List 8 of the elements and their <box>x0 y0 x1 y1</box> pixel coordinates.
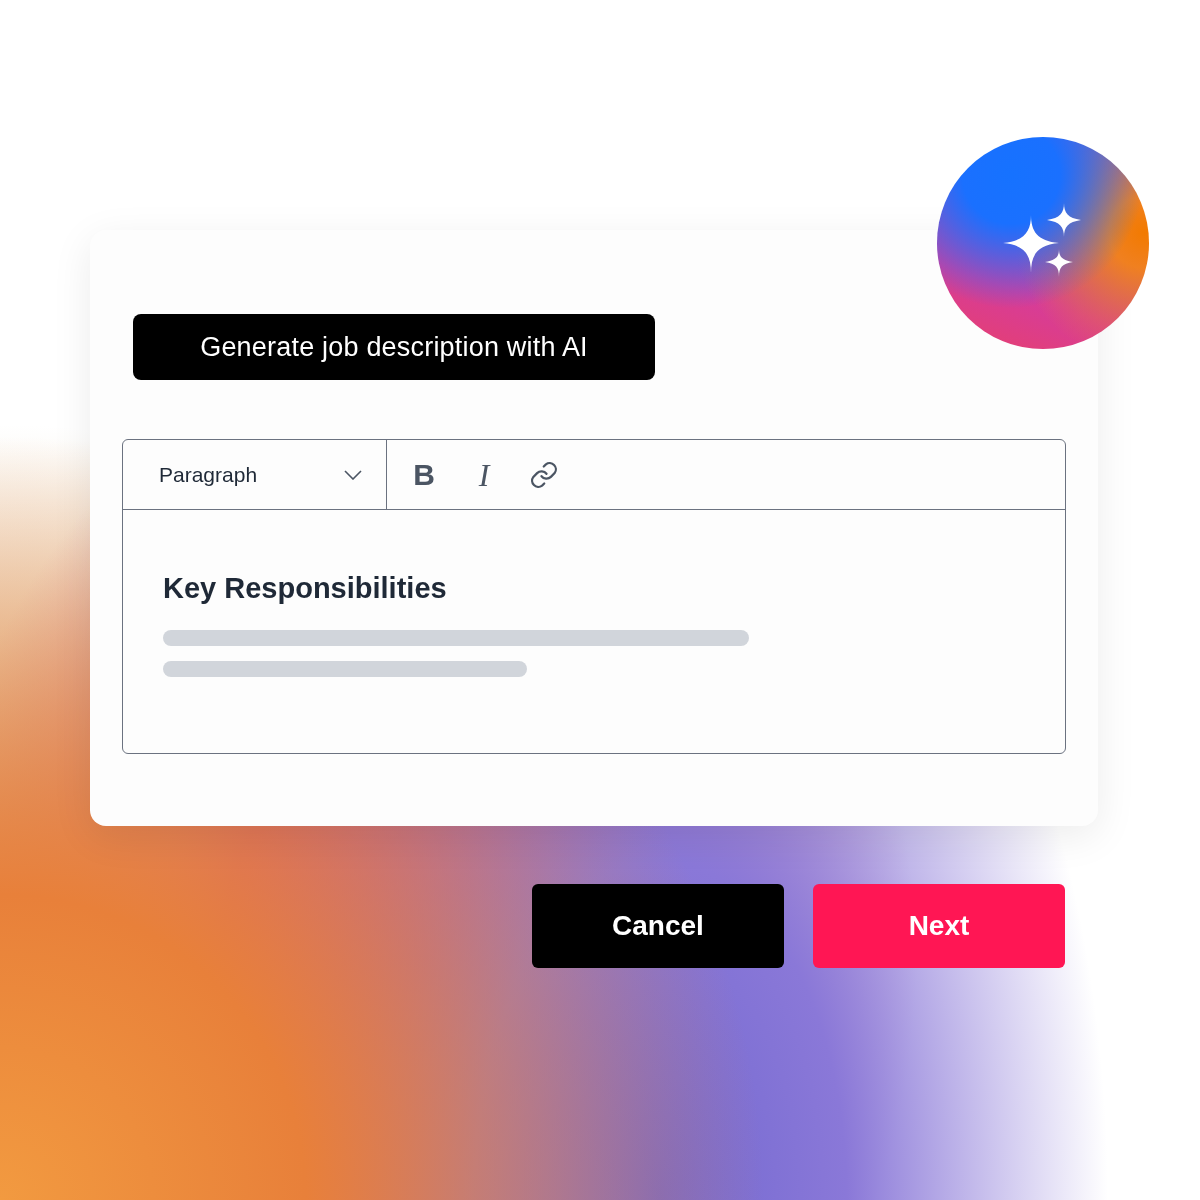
next-button[interactable]: Next <box>813 884 1065 968</box>
format-dropdown[interactable]: Paragraph <box>123 440 387 509</box>
generate-button[interactable]: Generate job description with AI <box>133 314 655 380</box>
chevron-down-icon <box>344 469 362 480</box>
cancel-button[interactable]: Cancel <box>532 884 784 968</box>
editor-heading: Key Responsibilities <box>163 571 448 606</box>
bold-button[interactable]: B <box>407 452 441 497</box>
italic-button[interactable]: I <box>467 450 501 499</box>
